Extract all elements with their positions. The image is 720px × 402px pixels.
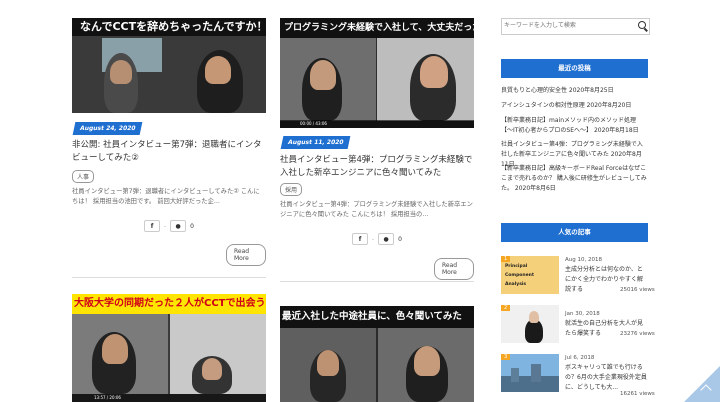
article-thumbnail[interactable]: なんでCCTを辞めちゃったんですか！？ [72, 18, 266, 113]
article-card-2: プログラミング未経験で入社して、大丈夫だった？ 00:00 / 43:06 Au… [280, 18, 474, 280]
face-image [310, 60, 336, 90]
share-count: 0 [398, 235, 402, 243]
face-image [102, 334, 128, 364]
recent-post-link[interactable]: アインシュタインの相対性原理 2020年8月20日 [501, 101, 648, 111]
popular-thumbnail[interactable]: 2 [501, 305, 559, 343]
category-tag[interactable]: 人事 [72, 170, 95, 183]
caption-text: プログラミング未経験で入社して、大丈夫だった？ [284, 23, 474, 33]
video-controls[interactable]: 00:00 / 43:06 [280, 120, 474, 128]
rank-badge: 3 [501, 354, 511, 360]
popular-date: Jan 30, 2018 [565, 311, 600, 317]
popular-views: 25016 views [620, 287, 655, 293]
popular-thumbnail[interactable]: 3 [501, 354, 559, 392]
pca-letters: Principal Component Analysis [505, 262, 534, 289]
article-excerpt: 社員インタビュー第4弾：プログラミング未経験で入社した新卒エンジニアに色々聞いて… [280, 201, 473, 218]
comment-icon[interactable]: ● [170, 220, 187, 232]
share-row: f - ● 0 [352, 233, 402, 245]
face-image [317, 350, 339, 376]
search-box[interactable] [501, 18, 650, 35]
cityscape-image [501, 376, 559, 392]
share-count: 0 [190, 222, 194, 230]
article-card-3: 大阪大学の同期だった２人がCCTで出会う？ 13:57 / 20:06 [72, 294, 266, 402]
share-row: f - ● 0 [144, 220, 194, 232]
search-input[interactable] [504, 20, 629, 31]
pca-line: Analysis [505, 282, 527, 287]
popular-views: 16261 views [620, 391, 655, 397]
share-separator: - [164, 222, 167, 230]
article-thumbnail[interactable]: 最近入社した中途社員に、色々聞いてみた [280, 306, 474, 402]
caption-text: 最近入社した中途社員に、色々聞いてみた [282, 311, 462, 322]
rank-badge: 2 [501, 305, 511, 311]
search-icon-handle [644, 27, 648, 32]
video-time: 00:00 / 43:06 [300, 121, 327, 126]
pca-line: Component [505, 273, 535, 278]
recent-post-link[interactable]: 【新卒業務日記】高級キーボードReal Forceはなぜここまで売れるのか？ 購… [501, 164, 648, 194]
back-to-top-button[interactable] [684, 366, 720, 402]
popular-date: Aug 10, 2018 [565, 257, 602, 263]
building-image [531, 364, 541, 382]
thumbnail-caption: なんでCCTを辞めちゃったんですか！？ [72, 18, 266, 36]
pca-line: Principal [505, 264, 528, 269]
thumbnail-caption: プログラミング未経験で入社して、大丈夫だった？ [280, 18, 474, 38]
video-controls[interactable]: 13:57 / 20:06 [72, 394, 266, 402]
date-badge: August 11, 2020 [280, 136, 351, 149]
divider [72, 277, 266, 278]
read-more-button[interactable]: Read More [434, 258, 474, 280]
building-image [511, 368, 519, 382]
divider [280, 281, 474, 282]
article-card-4: 最近入社した中途社員に、色々聞いてみた [280, 306, 474, 402]
article-thumbnail[interactable]: プログラミング未経験で入社して、大丈夫だった？ 00:00 / 43:06 [280, 18, 474, 128]
share-separator: - [372, 235, 375, 243]
facebook-share-button[interactable]: f [352, 233, 368, 245]
popular-views: 23276 views [620, 331, 655, 337]
read-more-button[interactable]: Read More [226, 244, 266, 266]
face-image [529, 311, 539, 323]
video-time: 13:57 / 20:06 [94, 395, 121, 400]
popular-thumbnail[interactable]: 1 Principal Component Analysis [501, 256, 559, 294]
recent-post-link[interactable]: 【新卒業務日記】mainメソッド内のメソッド処理 【〜IT初心者からプロのSEへ… [501, 116, 648, 136]
popular-title[interactable]: ボスキャリって誰でも行けるの？6月の大手企業現役外定員に、どうしても大... [565, 363, 648, 393]
face-image [414, 346, 440, 376]
face-image [202, 358, 222, 380]
category-tag[interactable]: 採用 [280, 183, 303, 196]
facebook-share-button[interactable]: f [144, 220, 160, 232]
popular-posts-heading: 人気の記事 [501, 223, 648, 242]
article-title[interactable]: 非公開: 社員インタビュー第7弾：退職者にインタビューしてみた② [72, 139, 266, 165]
caption-text: 大阪大学の同期だった２人がCCTで出会う？ [74, 298, 266, 309]
recent-post-link[interactable]: 良質もりと心理的安全性 2020年8月25日 [501, 86, 648, 96]
article-thumbnail[interactable]: 大阪大学の同期だった２人がCCTで出会う？ 13:57 / 20:06 [72, 294, 266, 402]
date-badge: August 24, 2020 [72, 122, 143, 135]
thumbnail-caption: 最近入社した中途社員に、色々聞いてみた [280, 306, 474, 328]
popular-date: Jul 6, 2018 [565, 355, 595, 361]
recent-posts-heading: 最近の投稿 [501, 59, 648, 78]
comment-icon[interactable]: ● [378, 233, 395, 245]
thumbnail-caption: 大阪大学の同期だった２人がCCTで出会う？ [72, 294, 266, 314]
article-title[interactable]: 社員インタビュー第4弾：プログラミング未経験で入社した新卒エンジニアに色々聞いて… [280, 154, 474, 180]
face-image [205, 56, 231, 84]
article-card-1: なんでCCTを辞めちゃったんですか！？ August 24, 2020 非公開:… [72, 18, 266, 278]
face-image [110, 60, 132, 84]
article-excerpt: 社員インタビュー第7弾：退職者にインタビューしてみた② こんにちは！ 採用担当の… [72, 188, 260, 205]
face-image [420, 56, 448, 88]
